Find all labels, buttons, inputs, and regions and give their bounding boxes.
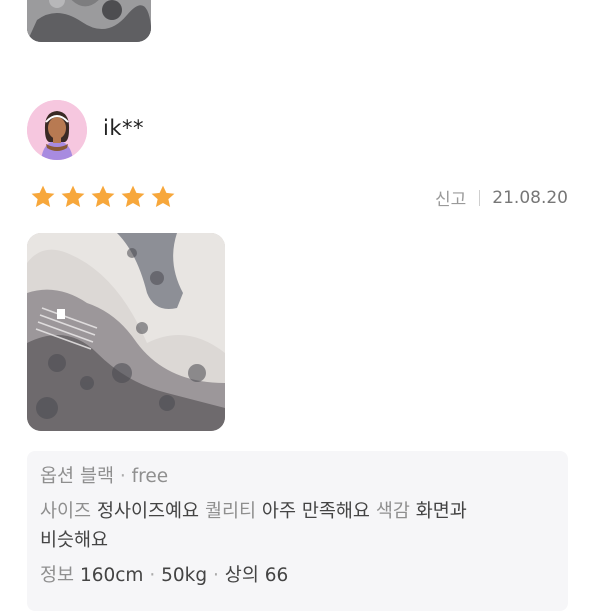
body-weight: 50kg: [161, 565, 208, 586]
body-top-size: 상의 66: [224, 565, 289, 586]
evaluation-row: 사이즈 정사이즈예요 퀄리티 아주 만족해요 색감 화면과: [40, 498, 467, 526]
quality-label: 퀄리티: [204, 501, 257, 522]
meta-divider: [479, 189, 481, 206]
review-date: 21.08.20: [492, 187, 568, 208]
reviewer-avatar[interactable]: [27, 100, 87, 160]
star-icon: [31, 185, 55, 208]
quality-value: 아주 만족해요: [261, 501, 370, 522]
star-rating: [29, 183, 177, 211]
size-fit-value: 정사이즈예요: [96, 501, 200, 522]
review-meta: 신고 21.08.20: [435, 185, 568, 211]
size-fit-label: 사이즈: [40, 501, 92, 522]
body-height: 160cm: [79, 565, 144, 586]
star-icon: [91, 185, 115, 208]
option-color: 블랙: [79, 466, 114, 487]
option-label: 옵션: [40, 466, 75, 487]
option-row: 옵션 블랙 · free: [40, 463, 168, 491]
body-info-row: 정보 160cm · 50kg · 상의 66: [40, 562, 288, 590]
report-button[interactable]: 신고: [435, 185, 466, 210]
review-details-box: 옵션 블랙 · free 사이즈 정사이즈예요 퀄리티 아주 만족해요 색감 화…: [27, 451, 568, 611]
review-photo[interactable]: [27, 233, 225, 431]
option-size: free: [131, 466, 169, 487]
star-icon: [61, 185, 85, 208]
avatar-illustration: [27, 100, 87, 160]
color-match-label: 색감: [375, 501, 410, 522]
separator-dot: ·: [213, 565, 219, 586]
body-info-label: 정보: [40, 565, 75, 586]
color-match-value-line1: 화면과: [415, 501, 467, 522]
star-icon: [151, 185, 175, 208]
separator-dot: ·: [149, 565, 156, 586]
reviewer-username: ik**: [103, 116, 144, 140]
star-icon: [121, 185, 145, 208]
evaluation-row-continued: 비슷해요: [40, 527, 108, 555]
separator-dot: ·: [119, 466, 126, 487]
color-match-value-line2: 비슷해요: [40, 530, 109, 551]
previous-review-photo[interactable]: [27, 0, 151, 42]
